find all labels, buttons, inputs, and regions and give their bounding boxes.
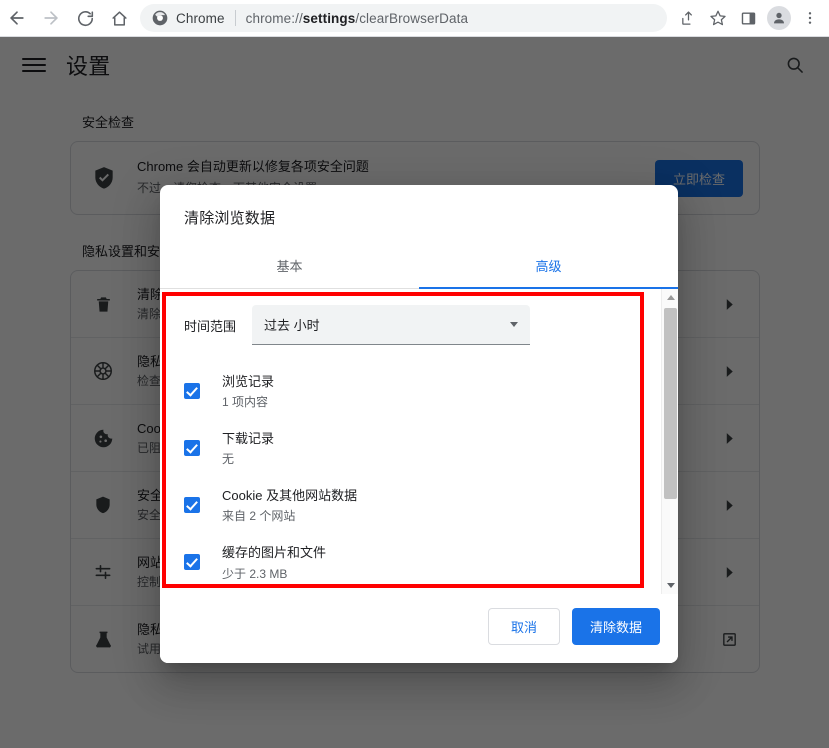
item-text: 浏览记录 1 项内容 xyxy=(222,372,636,411)
toolbar-icon-group xyxy=(673,3,829,33)
list-item-passwords[interactable]: 密码和其他登录数据 无 xyxy=(160,592,660,594)
site-chip-label: Chrome xyxy=(176,10,225,26)
chrome-logo-icon xyxy=(152,10,168,26)
omnibox[interactable]: Chrome chrome://settings/clearBrowserDat… xyxy=(140,4,667,32)
home-button[interactable] xyxy=(102,1,136,35)
cancel-button[interactable]: 取消 xyxy=(487,608,560,645)
checkbox-cookies[interactable] xyxy=(184,497,200,514)
dialog-tabs: 基本 高级 xyxy=(160,244,678,289)
item-text: 下载记录 无 xyxy=(222,429,636,468)
checkbox-cached-files[interactable] xyxy=(184,554,200,571)
data-type-list: 浏览记录 1 项内容 下载记录 无 Cookie 及其他网站数据 来自 2 个网… xyxy=(160,357,660,594)
scrollbar-thumb[interactable] xyxy=(664,308,677,499)
item-title: 缓存的图片和文件 xyxy=(222,545,327,561)
url-suffix: /clearBrowserData xyxy=(355,10,469,26)
time-range-value: 过去 小时 xyxy=(264,318,320,333)
item-title: Cookie 及其他网站数据 xyxy=(222,488,358,504)
star-icon[interactable] xyxy=(703,3,733,33)
checkbox-browsing-history[interactable] xyxy=(184,383,200,399)
clear-data-button[interactable]: 清除数据 xyxy=(571,608,660,645)
list-item-download-history[interactable]: 下载记录 无 xyxy=(160,420,660,477)
share-icon[interactable] xyxy=(673,3,703,33)
clear-browsing-data-dialog: 清除浏览数据 基本 高级 时间范围 过去 小时 浏览记录 1 项内容 下载记录 … xyxy=(160,185,678,663)
tab-basic[interactable]: 基本 xyxy=(160,244,419,288)
checkbox-download-history[interactable] xyxy=(184,440,200,457)
scroll-down-arrow-icon[interactable] xyxy=(662,577,678,594)
time-range-select[interactable]: 过去 小时 xyxy=(252,305,531,345)
list-item-browsing-history[interactable]: 浏览记录 1 项内容 xyxy=(160,363,660,420)
item-subtitle: 1 项内容 xyxy=(222,395,269,410)
url-prefix: chrome:// xyxy=(245,10,303,26)
item-title: 下载记录 xyxy=(222,431,275,447)
tab-advanced[interactable]: 高级 xyxy=(419,244,678,289)
scroll-up-arrow-icon[interactable] xyxy=(662,289,678,306)
three-dot-menu-icon[interactable] xyxy=(795,3,825,33)
item-subtitle: 无 xyxy=(222,452,235,467)
back-button[interactable] xyxy=(0,1,34,35)
side-panel-icon[interactable] xyxy=(733,3,763,33)
list-item-cached-files[interactable]: 缓存的图片和文件 少于 2.3 MB xyxy=(160,534,660,591)
item-title: 浏览记录 xyxy=(222,374,275,389)
item-text: Cookie 及其他网站数据 来自 2 个网站 xyxy=(222,486,636,525)
dialog-scroll-content: 时间范围 过去 小时 浏览记录 1 项内容 下载记录 无 Cookie 及其他网… xyxy=(160,289,660,594)
list-item-cookies[interactable]: Cookie 及其他网站数据 来自 2 个网站 xyxy=(160,477,660,534)
url-bold: settings xyxy=(302,10,356,26)
dialog-footer: 取消 清除数据 xyxy=(160,594,678,663)
item-text: 缓存的图片和文件 少于 2.3 MB xyxy=(222,543,636,582)
forward-button[interactable] xyxy=(34,1,68,35)
omnibox-divider xyxy=(234,10,236,26)
reload-button[interactable] xyxy=(68,1,102,35)
dialog-title: 清除浏览数据 xyxy=(184,210,276,227)
avatar[interactable] xyxy=(767,6,791,30)
item-subtitle: 少于 2.3 MB xyxy=(222,566,288,581)
chevron-down-icon xyxy=(510,322,519,327)
time-range-control: 时间范围 过去 小时 xyxy=(160,289,660,357)
dialog-scrollbar[interactable] xyxy=(661,289,678,594)
dialog-body: 时间范围 过去 小时 浏览记录 1 项内容 下载记录 无 Cookie 及其他网… xyxy=(160,289,678,594)
browser-toolbar: Chrome chrome://settings/clearBrowserDat… xyxy=(0,0,829,37)
screen-root: Chrome chrome://settings/clearBrowserDat… xyxy=(0,0,829,748)
url-text: chrome://settings/clearBrowserData xyxy=(246,11,468,26)
item-subtitle: 来自 2 个网站 xyxy=(222,509,296,524)
time-range-label: 时间范围 xyxy=(184,318,237,334)
